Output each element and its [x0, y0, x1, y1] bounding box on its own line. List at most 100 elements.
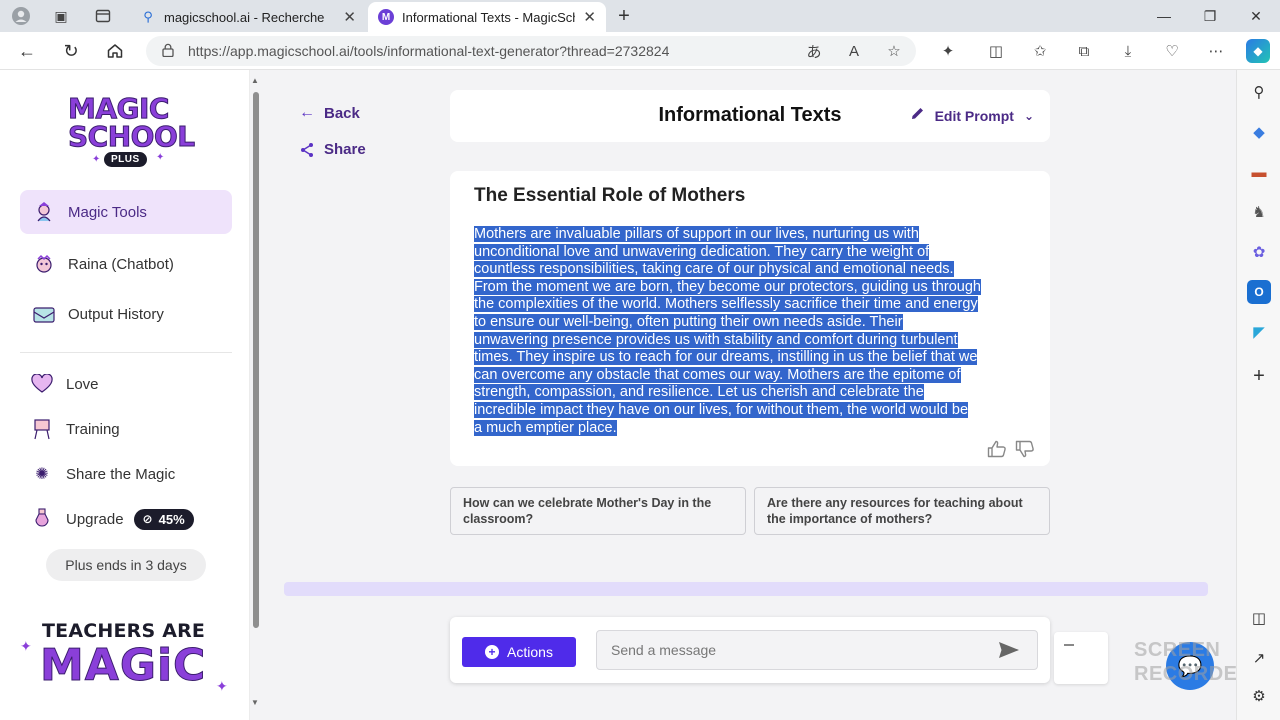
sidebar-scrollbar[interactable]: [253, 92, 259, 628]
pencil-icon: [910, 106, 925, 125]
sidebar-item-output-history[interactable]: Output History: [20, 292, 232, 336]
back-button[interactable]: ← Back: [298, 104, 360, 122]
share-label: Share: [324, 141, 366, 158]
sidebar-item-label: Upgrade: [66, 510, 124, 528]
lock-icon: [162, 43, 174, 60]
history-icon: [32, 302, 56, 326]
floating-widget[interactable]: [1054, 632, 1108, 684]
sidebar-item-label: Love: [66, 375, 99, 393]
banner-line-2: MAGiC: [39, 640, 207, 692]
sidebar-item-upgrade[interactable]: Upgrade ⊘ 45%: [20, 497, 232, 541]
collections-icon[interactable]: ⧉: [1072, 39, 1096, 63]
output-line: unconditional love and unwavering dedica…: [474, 243, 930, 260]
sidebar-item-raina-chatbot[interactable]: Raina (Chatbot): [20, 242, 232, 286]
output-text[interactable]: Mothers are invaluable pillars of suppor…: [474, 226, 1030, 437]
scroll-down-icon[interactable]: ▼: [251, 698, 259, 707]
games-chess-icon[interactable]: ♞: [1247, 200, 1271, 224]
magicschool-favicon-icon: M: [378, 9, 394, 25]
workspaces-icon[interactable]: ▣: [48, 4, 74, 28]
refresh-icon[interactable]: ↻: [58, 39, 84, 63]
progress-bar: [284, 582, 1208, 596]
more-menu-icon[interactable]: ⋯: [1204, 39, 1228, 63]
tab-search-title: magicschool.ai - Recherche: [164, 9, 325, 25]
send-icon[interactable]: [996, 640, 1022, 660]
chatbot-icon: [32, 252, 56, 276]
translate-icon[interactable]: あ: [802, 39, 826, 63]
logo-star-icon: ✦: [92, 154, 101, 165]
back-arrow-icon[interactable]: ←: [14, 39, 40, 63]
output-line: the complexities of the world. Mothers s…: [474, 296, 978, 313]
extensions-icon[interactable]: ✦: [936, 39, 960, 63]
edit-prompt-button[interactable]: Edit Prompt ⌄: [910, 106, 1034, 125]
search-icon[interactable]: ⚲: [1247, 80, 1271, 104]
edge-sidebar: ⚲ ◆ ▬ ♞ ✿ O ◤ + ◫ ↗ ⚙: [1236, 70, 1280, 720]
url-text: https://app.magicschool.ai/tools/informa…: [188, 43, 670, 59]
home-icon[interactable]: [102, 39, 128, 63]
message-input[interactable]: [596, 630, 1038, 670]
tab-search[interactable]: ⚲ magicschool.ai - Recherche ✕: [130, 2, 366, 32]
settings-gear-icon[interactable]: ⚙: [1247, 684, 1271, 708]
microsoft-365-icon[interactable]: ✿: [1247, 240, 1271, 264]
read-aloud-icon[interactable]: A: [842, 39, 866, 63]
sidebar-item-training[interactable]: Training: [20, 407, 232, 451]
potion-icon: [30, 507, 54, 531]
logo-line-2: SCHOOL: [68, 120, 196, 153]
output-line: incredible impact they have on our lives…: [474, 401, 969, 418]
output-heading: The Essential Role of Mothers: [474, 185, 746, 206]
sidebar-toggle-icon[interactable]: ◫: [1247, 606, 1271, 630]
shopping-tag-icon[interactable]: ◆: [1247, 120, 1271, 144]
minimize-dash-icon: [1064, 644, 1074, 646]
add-sidebar-app-icon[interactable]: +: [1247, 364, 1271, 388]
open-external-icon[interactable]: ↗: [1247, 646, 1271, 670]
new-tab-button[interactable]: +: [612, 4, 636, 28]
tag-icon: ⊘: [142, 512, 153, 526]
output-line: strength, compassion, and resilience. Le…: [474, 384, 924, 401]
sidebar-item-share-the-magic[interactable]: ✺ Share the Magic: [20, 452, 232, 496]
plus-ends-pill: Plus ends in 3 days: [46, 549, 206, 581]
easel-icon: [30, 417, 54, 441]
actions-button[interactable]: + Actions: [462, 637, 576, 667]
edit-prompt-label: Edit Prompt: [934, 107, 1014, 124]
back-label: Back: [324, 104, 360, 122]
close-tab-icon[interactable]: ✕: [343, 8, 356, 26]
output-line: unwavering presence provides us with sta…: [474, 331, 958, 348]
suggestion-button-2[interactable]: Are there any resources for teaching abo…: [754, 487, 1050, 535]
plus-circle-icon: +: [485, 645, 500, 659]
chevron-down-icon: ⌄: [1023, 108, 1034, 123]
drop-icon[interactable]: ◤: [1247, 320, 1271, 344]
sidebar-divider: [20, 352, 232, 353]
copilot-icon[interactable]: ◆: [1246, 39, 1270, 63]
url-field[interactable]: https://app.magicschool.ai/tools/informa…: [146, 36, 916, 66]
favorite-star-icon[interactable]: ☆: [882, 39, 906, 63]
scroll-up-icon[interactable]: ▲: [251, 76, 259, 85]
selected-text: Mothers are invaluable pillars of suppor…: [474, 226, 981, 436]
sidebar-item-magic-tools[interactable]: Magic Tools: [20, 190, 232, 234]
thumbs-down-icon[interactable]: [1014, 438, 1036, 460]
downloads-icon[interactable]: ⤓: [1116, 39, 1140, 63]
sidebar-item-love[interactable]: Love: [20, 362, 232, 406]
output-line: a much emptier place.: [474, 419, 617, 436]
minimize-icon[interactable]: —: [1152, 4, 1176, 28]
restore-icon[interactable]: ❐: [1198, 4, 1222, 28]
share-button[interactable]: Share: [298, 141, 366, 158]
favorites-icon[interactable]: ✩: [1028, 39, 1052, 63]
sidebar-item-label: Output History: [68, 305, 164, 323]
share-icon: [298, 142, 316, 158]
close-window-icon[interactable]: ✕: [1244, 4, 1268, 28]
suggestion-button-1[interactable]: How can we celebrate Mother's Day in the…: [450, 487, 746, 535]
profile-icon[interactable]: [8, 4, 34, 28]
tools-briefcase-icon[interactable]: ▬: [1247, 160, 1271, 184]
tab-informational-texts[interactable]: M Informational Texts - MagicScho ✕: [368, 2, 606, 32]
split-screen-icon[interactable]: ◫: [984, 39, 1008, 63]
arrow-left-icon: ←: [299, 104, 315, 121]
sidebar: MAGIC SCHOOL ✦ PLUS ✦ Magic Tools Raina …: [0, 70, 259, 720]
actions-label: Actions: [507, 644, 553, 660]
browser-essentials-icon[interactable]: ♡: [1160, 39, 1184, 63]
teachers-are-magic-banner: ✦ TEACHERS ARE MAGiC ✦: [20, 618, 230, 698]
close-tab-icon[interactable]: ✕: [583, 8, 596, 26]
tab-actions-icon[interactable]: [90, 4, 116, 28]
magicschool-logo[interactable]: MAGIC SCHOOL ✦ PLUS ✦: [68, 93, 196, 174]
outlook-icon[interactable]: O: [1247, 280, 1271, 304]
thumbs-up-icon[interactable]: [986, 438, 1008, 460]
sparkle-icon: ✺: [35, 466, 49, 483]
